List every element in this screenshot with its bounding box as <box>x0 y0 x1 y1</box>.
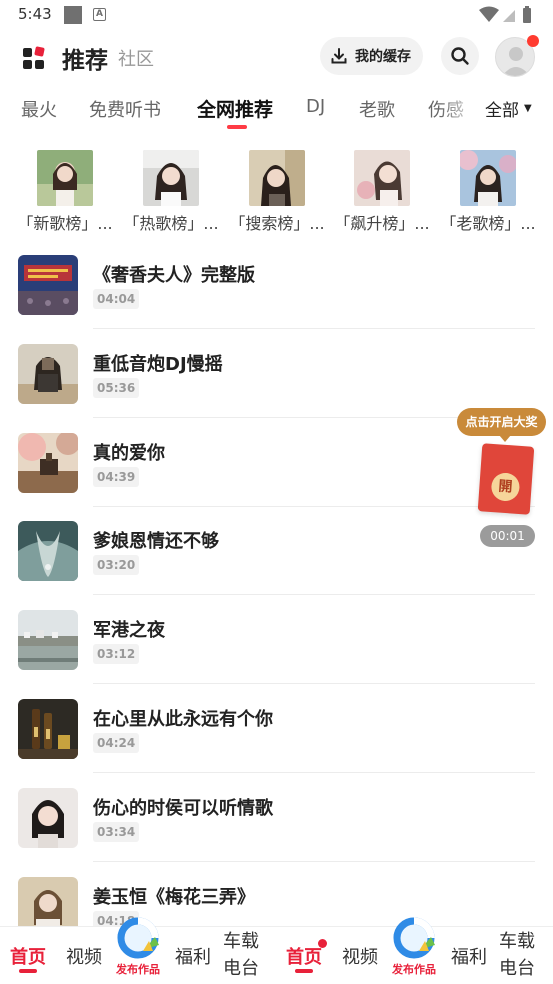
notification-dot <box>527 35 539 47</box>
song-title: 军港之夜 <box>93 620 165 641</box>
tab-oldies[interactable]: 老歌 <box>359 96 395 122</box>
notification-square-icon <box>64 6 82 24</box>
song-title: 重低音炮DJ慢摇 <box>93 354 223 375</box>
caret-down-icon: ▼ <box>524 103 532 114</box>
red-packet-open-label: 開 <box>490 472 521 502</box>
song-duration: 04:04 <box>93 289 140 309</box>
red-packet-icon[interactable]: 開 <box>477 443 535 515</box>
song-row[interactable]: 真的爱你 04:39 <box>0 433 553 522</box>
chart-oldies[interactable]: 「老歌榜」... <box>438 150 538 234</box>
nav-car-radio-line1: 车载 <box>223 931 259 952</box>
tab-free-audiobooks[interactable]: 免费听书 <box>89 96 161 122</box>
song-duration: 04:24 <box>93 733 140 753</box>
song-row[interactable]: 《奢香夫人》完整版 04:04 <box>0 255 553 344</box>
chart-cover-image <box>143 150 199 206</box>
status-bar: 5:43 A <box>0 0 553 30</box>
chart-label: 「飙升榜」... <box>334 214 430 233</box>
prize-bubble[interactable]: 点击开启大奖 <box>457 408 546 436</box>
tab-all-label: 全部 <box>485 101 519 121</box>
song-duration: 05:36 <box>93 378 140 398</box>
song-cover-image <box>18 433 78 493</box>
song-title: 伤心的时侯可以听情歌 <box>93 798 273 819</box>
song-cover-image <box>18 521 78 581</box>
chart-cover-image <box>37 150 93 206</box>
wifi-icon <box>479 6 499 22</box>
nav-home[interactable]: 首页 <box>282 927 326 984</box>
tab-hottest[interactable]: 最火 <box>21 96 57 122</box>
song-title: 爹娘恩情还不够 <box>93 531 219 552</box>
signal-icon <box>503 10 515 22</box>
notification-a-icon: A <box>93 8 106 21</box>
nav-car-radio[interactable]: 车载 电台 <box>497 927 537 984</box>
charts-row: 「新歌榜」... 「热歌榜」... 「搜索榜」... 「飙升榜」... 「老歌榜… <box>0 150 553 238</box>
song-cover-image <box>18 610 78 670</box>
song-duration: 04:39 <box>93 467 140 487</box>
nav-car-radio[interactable]: 车载 电台 <box>221 927 261 984</box>
bottom-nav: 首页 视频 发布作品 福利 车载 电台 首页 视频 发布作品 福利 车载 电台 <box>0 917 553 984</box>
tab-community[interactable]: 社区 <box>118 45 154 71</box>
download-icon <box>331 48 347 64</box>
song-row[interactable]: 军港之夜 03:12 <box>0 610 553 699</box>
nav-car-radio-line1: 车载 <box>499 931 535 952</box>
search-icon <box>451 47 469 65</box>
nav-car-radio-line2: 电台 <box>223 958 259 979</box>
my-cache-label: 我的缓存 <box>355 49 411 65</box>
nav-publish[interactable]: 发布作品 <box>386 915 442 977</box>
song-cover-image <box>18 788 78 848</box>
tab-dj[interactable]: DJ <box>306 96 325 117</box>
chart-rising[interactable]: 「飙升榜」... <box>332 150 432 234</box>
category-tabs: 最火 免费听书 全网推荐 DJ 老歌 伤感 全部 ▼ <box>0 88 553 134</box>
publish-lifebuoy-icon <box>117 917 159 959</box>
song-duration: 03:20 <box>93 555 140 575</box>
status-time: 5:43 <box>18 5 52 23</box>
publish-label: 发布作品 <box>116 963 160 976</box>
song-row[interactable]: 伤心的时侯可以听情歌 03:34 <box>0 788 553 877</box>
nav-car-radio-line2: 电台 <box>499 958 535 979</box>
song-title: 真的爱你 <box>93 443 165 464</box>
my-cache-button[interactable]: 我的缓存 <box>320 37 423 75</box>
song-title: 在心里从此永远有个你 <box>93 709 273 730</box>
chart-new-songs[interactable]: 「新歌榜」... <box>15 150 115 234</box>
song-row[interactable]: 在心里从此永远有个你 04:24 <box>0 699 553 788</box>
chart-label: 「新歌榜」... <box>17 214 113 233</box>
nav-home-dot <box>318 939 327 948</box>
nav-video[interactable]: 视频 <box>338 927 382 984</box>
publish-lifebuoy-icon <box>393 917 435 959</box>
tab-recommend-title[interactable]: 推荐 <box>62 41 108 75</box>
chart-hot-songs[interactable]: 「热歌榜」... <box>121 150 221 234</box>
publish-label: 发布作品 <box>392 963 436 976</box>
timer-badge: 00:01 <box>480 525 535 547</box>
song-cover-image <box>18 255 78 315</box>
battery-icon <box>523 8 531 23</box>
song-cover-image <box>18 344 78 404</box>
tab-all-web-recommend[interactable]: 全网推荐 <box>197 95 273 122</box>
song-duration: 03:34 <box>93 822 140 842</box>
song-row[interactable]: 爹娘恩情还不够 03:20 <box>0 521 553 610</box>
header: 推荐 社区 我的缓存 <box>0 32 553 84</box>
song-title: 《奢香夫人》完整版 <box>93 265 255 286</box>
song-cover-image <box>18 699 78 759</box>
nav-welfare[interactable]: 福利 <box>447 927 491 984</box>
song-title: 姜玉恒《梅花三弄》 <box>93 887 255 908</box>
song-duration: 03:12 <box>93 644 140 664</box>
nav-home[interactable]: 首页 <box>6 927 50 984</box>
nav-video[interactable]: 视频 <box>62 927 106 984</box>
chart-search[interactable]: 「搜索榜」... <box>227 150 327 234</box>
chart-label: 「搜索榜」... <box>229 214 325 233</box>
search-button[interactable] <box>441 37 479 75</box>
nav-welfare[interactable]: 福利 <box>171 927 215 984</box>
app-logo-icon[interactable] <box>22 46 46 70</box>
chart-cover-image <box>460 150 516 206</box>
status-icons <box>479 6 531 23</box>
active-tab-indicator <box>227 125 247 129</box>
chart-label: 「热歌榜」... <box>123 214 219 233</box>
chart-cover-image <box>249 150 305 206</box>
nav-publish[interactable]: 发布作品 <box>110 915 166 977</box>
chart-cover-image <box>354 150 410 206</box>
tab-all-button[interactable]: 全部 ▼ <box>480 96 532 121</box>
chart-label: 「老歌榜」... <box>440 214 536 233</box>
